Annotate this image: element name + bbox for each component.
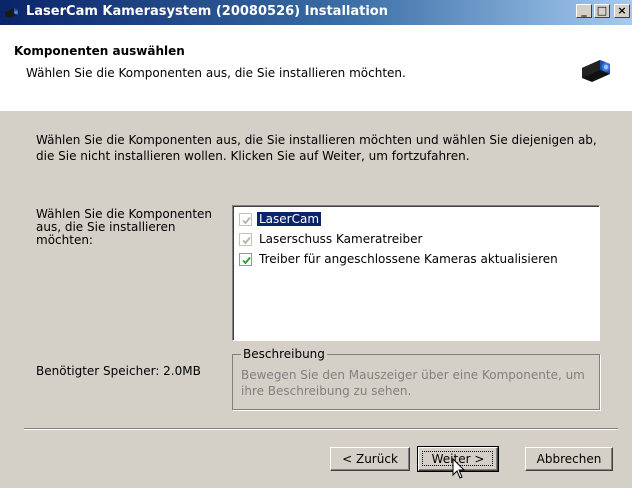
check-icon: [242, 256, 251, 265]
close-icon: ×: [617, 4, 627, 17]
component-label: Laserschuss Kameratreiber: [259, 232, 423, 246]
close-button[interactable]: ×: [614, 4, 630, 18]
back-button[interactable]: < Zurück: [330, 447, 410, 471]
footer-divider-highlight: [24, 429, 618, 430]
checkbox-laserschuss: [239, 233, 252, 246]
page-subtitle: Wählen Sie die Komponenten aus, die Sie …: [26, 66, 406, 80]
installer-window: LaserCam Kamerasystem (20080526) Install…: [0, 0, 632, 488]
header-divider: [0, 110, 632, 111]
window-title: LaserCam Kamerasystem (20080526) Install…: [26, 4, 388, 19]
description-group: Beschreibung Bewegen Sie den Mauszeiger …: [232, 347, 600, 410]
title-bar[interactable]: LaserCam Kamerasystem (20080526) Install…: [0, 0, 632, 25]
page-title: Komponenten auswählen: [14, 44, 185, 58]
maximize-icon: □: [596, 4, 608, 17]
components-label: Wählen Sie die Komponenten aus, die Sie …: [36, 207, 213, 247]
components-list[interactable]: LaserCam Laserschuss Kameratreiber Treib…: [232, 205, 600, 341]
component-label: Treiber für angeschlossene Kameras aktua…: [259, 252, 558, 266]
description-group-text: Bewegen Sie den Mauszeiger über eine Kom…: [241, 368, 585, 398]
back-button-label: < Zurück: [342, 451, 398, 466]
mouse-pointer-icon: [452, 457, 466, 480]
instructions-text: Wählen Sie die Komponenten aus, die Sie …: [36, 133, 597, 163]
camera-icon: [578, 54, 618, 84]
cancel-button[interactable]: Abbrechen: [525, 447, 613, 471]
description-group-title: Beschreibung: [241, 347, 327, 361]
check-icon: [242, 236, 251, 245]
maximize-button[interactable]: □: [594, 4, 610, 18]
checkbox-treiber-aktualisieren[interactable]: [239, 253, 252, 266]
app-camera-icon: [4, 6, 20, 19]
minimize-icon: _: [581, 4, 587, 17]
minimize-button[interactable]: _: [576, 4, 592, 18]
checkbox-lasercam: [239, 213, 252, 226]
header-panel: Komponenten auswählen Wählen Sie die Kom…: [0, 25, 632, 111]
check-icon: [242, 216, 251, 225]
space-required-label: Benötigter Speicher: 2.0MB: [36, 364, 201, 378]
component-label: LaserCam: [257, 212, 322, 226]
cancel-button-label: Abbrechen: [536, 451, 602, 466]
